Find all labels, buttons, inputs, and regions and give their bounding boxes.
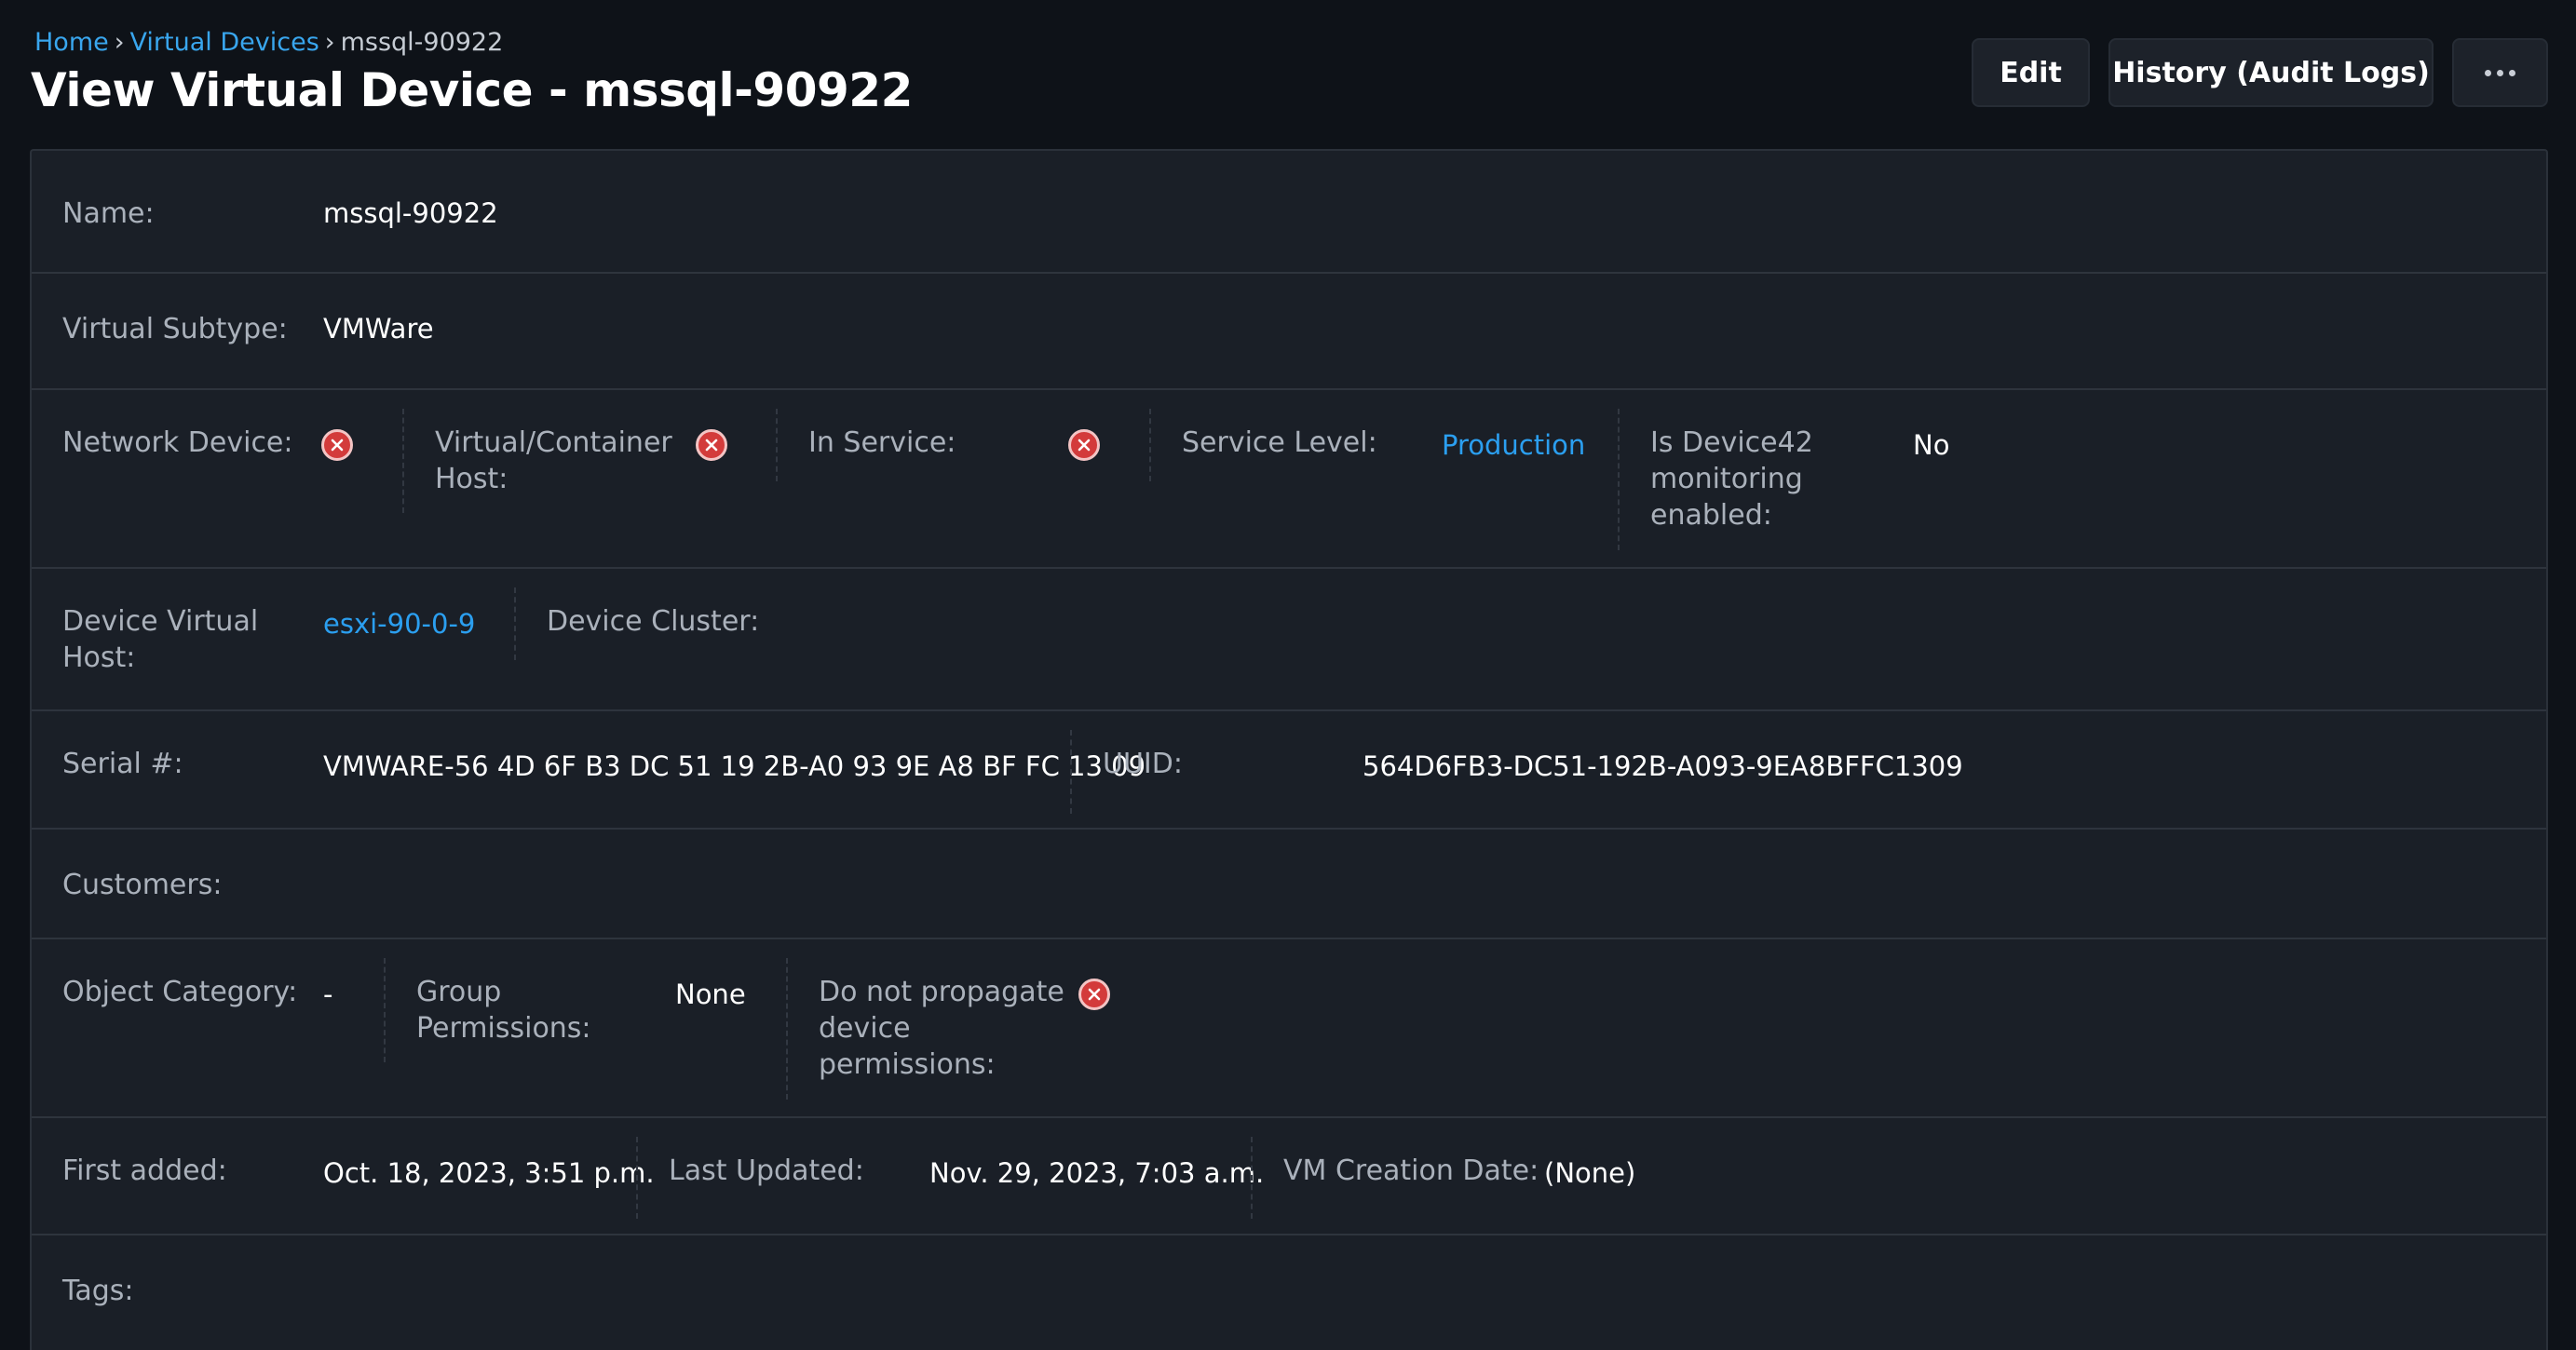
- last-updated-value: Nov. 29, 2023, 7:03 a.m.: [929, 1157, 1265, 1189]
- row-flags: Network Device: Virtual/Container Host: …: [32, 390, 2546, 569]
- group-permissions-label: Group Permissions:: [416, 976, 591, 1045]
- vm-creation-date-value: (None): [1544, 1157, 1636, 1189]
- monitoring-value: No: [1913, 429, 1950, 461]
- virtual-subtype-label: Virtual Subtype:: [62, 313, 288, 345]
- breadcrumb-separator: ›: [324, 28, 335, 57]
- serial-value: VMWARE-56 4D 6F B3 DC 51 19 2B-A0 93 9E …: [323, 750, 1146, 782]
- column-divider: [402, 409, 404, 513]
- vm-creation-date-label: VM Creation Date:: [1283, 1154, 1539, 1187]
- row-name: Name: mssql-90922: [32, 151, 2546, 274]
- tags-label: Tags:: [62, 1275, 134, 1307]
- history-audit-logs-button[interactable]: History (Audit Logs): [2108, 38, 2434, 107]
- page-actions: Edit History (Audit Logs): [1972, 38, 2548, 107]
- service-level-link[interactable]: Production: [1442, 427, 1585, 464]
- network-device-label: Network Device:: [62, 426, 293, 459]
- column-divider: [776, 409, 778, 481]
- x-circle-icon: [321, 429, 353, 461]
- breadcrumb-separator: ›: [114, 28, 125, 57]
- object-category-label: Object Category:: [62, 976, 298, 1008]
- last-updated-label: Last Updated:: [669, 1154, 864, 1187]
- row-tags: Tags:: [32, 1235, 2546, 1350]
- uuid-value: 564D6FB3-DC51-192B-A093-9EA8BFFC1309: [1363, 750, 1963, 782]
- in-service-label: In Service:: [808, 426, 956, 459]
- do-not-propagate-label: Do not propagate device permissions:: [819, 976, 1064, 1081]
- first-added-value: Oct. 18, 2023, 3:51 p.m.: [323, 1157, 655, 1189]
- object-category-value: -: [323, 979, 333, 1010]
- row-serial: Serial #: VMWARE-56 4D 6F B3 DC 51 19 2B…: [32, 711, 2546, 830]
- column-divider: [636, 1137, 638, 1219]
- breadcrumb-home-link[interactable]: Home: [34, 28, 109, 57]
- more-horizontal-icon: [2485, 69, 2515, 76]
- edit-button[interactable]: Edit: [1972, 38, 2090, 107]
- x-circle-icon: [1068, 429, 1100, 461]
- uuid-label: UUID:: [1103, 748, 1183, 780]
- column-divider: [384, 958, 386, 1062]
- first-added-label: First added:: [62, 1154, 227, 1187]
- column-divider: [1251, 1137, 1253, 1219]
- column-divider: [1149, 409, 1151, 481]
- breadcrumb: Home › Virtual Devices › mssql-90922: [34, 26, 503, 60]
- name-value: mssql-90922: [323, 197, 498, 229]
- row-permissions: Object Category: - Group Permissions: No…: [32, 939, 2546, 1118]
- device-cluster-label: Device Cluster:: [547, 605, 760, 638]
- row-virtual-subtype: Virtual Subtype: VMWare: [32, 274, 2546, 390]
- serial-label: Serial #:: [62, 748, 183, 780]
- column-divider: [1618, 409, 1620, 550]
- row-virtual-host: Device Virtual Host: esxi-90-0-9 Device …: [32, 569, 2546, 711]
- column-divider: [786, 958, 788, 1100]
- service-level-label: Service Level:: [1182, 426, 1377, 459]
- device-virtual-host-link[interactable]: esxi-90-0-9: [323, 606, 475, 642]
- breadcrumb-current: mssql-90922: [340, 28, 504, 57]
- virtual-subtype-value: VMWare: [323, 313, 434, 344]
- device-details-panel: Name: mssql-90922 Virtual Subtype: VMWar…: [30, 149, 2548, 1350]
- x-circle-icon: [696, 429, 727, 461]
- group-permissions-value: None: [675, 979, 746, 1010]
- column-divider: [514, 587, 516, 660]
- breadcrumb-virtual-devices-link[interactable]: Virtual Devices: [130, 28, 319, 57]
- row-customers: Customers:: [32, 830, 2546, 939]
- monitoring-label: Is Device42 monitoring enabled:: [1650, 426, 1813, 532]
- more-actions-button[interactable]: [2452, 38, 2548, 107]
- customers-label: Customers:: [62, 869, 223, 901]
- name-label: Name:: [62, 197, 155, 230]
- x-circle-icon: [1078, 979, 1110, 1010]
- virtual-container-host-label: Virtual/Container Host:: [435, 426, 672, 495]
- device-virtual-host-label: Device Virtual Host:: [62, 605, 259, 674]
- page-title: View Virtual Device - mssql-90922: [31, 63, 913, 117]
- column-divider: [1070, 730, 1072, 814]
- row-dates: First added: Oct. 18, 2023, 3:51 p.m. La…: [32, 1118, 2546, 1235]
